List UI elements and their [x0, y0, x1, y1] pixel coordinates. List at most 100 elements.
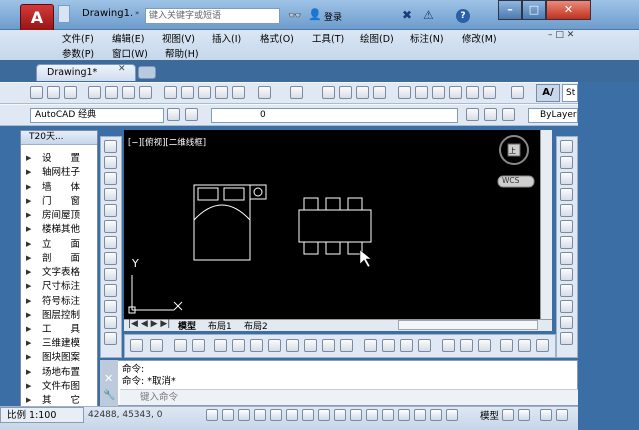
markup-icon[interactable] [466, 86, 479, 99]
quickcalc-icon[interactable] [483, 86, 496, 99]
wcs-label[interactable]: WCS [502, 176, 519, 185]
palette-item-site-layout[interactable]: ▶ 场地布置 [26, 366, 94, 379]
horizontal-scrollbar[interactable] [398, 320, 538, 330]
infer-constraints-icon[interactable] [206, 409, 218, 421]
menu-modify[interactable]: 修改(M) [462, 31, 497, 45]
vertical-scrollbar[interactable] [540, 130, 552, 330]
object-snap-icon[interactable] [286, 409, 298, 421]
command-input[interactable]: 键入命令 [120, 389, 578, 405]
toolbar-icon[interactable] [340, 339, 353, 352]
palette-item-roof[interactable]: ▶ 房间屋顶 [26, 209, 94, 222]
user-icon[interactable]: 👤 [308, 8, 322, 21]
toolbar-icon[interactable] [536, 339, 549, 352]
open-file-icon[interactable] [47, 86, 60, 99]
tab-nav-arrows-icon[interactable]: |◀ ◀ ▶ ▶| [128, 319, 170, 329]
polar-tracking-icon[interactable] [270, 409, 282, 421]
menu-dimension[interactable]: 标注(N) [410, 31, 444, 45]
make-current-layer-icon[interactable] [466, 108, 479, 121]
dynamic-input-icon[interactable] [350, 409, 362, 421]
toolbar-icon[interactable] [382, 339, 395, 352]
rotate-icon[interactable] [560, 236, 573, 249]
palette-item-axis[interactable]: ▶ 轴网柱子 [26, 166, 94, 179]
toolbar-icon[interactable] [460, 339, 473, 352]
close-icon[interactable]: ✕ [104, 372, 113, 385]
model-space-button[interactable]: 模型 [480, 408, 499, 422]
make-block-icon[interactable] [104, 332, 117, 345]
status-menu-icon[interactable] [540, 409, 552, 421]
palette-item-3d-modeling[interactable]: ▶ 三维建模 [26, 337, 94, 350]
rectangle-icon[interactable] [104, 204, 117, 217]
sheet-set-icon[interactable] [449, 86, 462, 99]
publish-icon[interactable] [122, 86, 135, 99]
viewcube-label[interactable]: 上 [509, 146, 516, 156]
snap-mode-icon[interactable] [222, 409, 234, 421]
toolbar-icon[interactable] [478, 339, 491, 352]
copy-object-icon[interactable] [560, 156, 573, 169]
ellipse-arc-icon[interactable] [104, 300, 117, 313]
pan-icon[interactable] [322, 86, 335, 99]
palette-item-other[interactable]: ▶ 其 它 [26, 394, 94, 406]
save-icon[interactable] [64, 86, 77, 99]
palette-item-doors[interactable]: ▶ 门 窗 [26, 195, 94, 208]
menu-draw[interactable]: 绘图(D) [360, 31, 394, 45]
palette-item-symbol[interactable]: ▶ 符号标注 [26, 295, 94, 308]
menu-window[interactable]: 窗口(W) [112, 46, 148, 60]
login-link[interactable]: 登录 [324, 10, 342, 23]
cut-icon[interactable] [164, 86, 177, 99]
menu-view[interactable]: 视图(V) [162, 31, 195, 45]
trim-icon[interactable] [560, 284, 573, 297]
quick-access-dropdown[interactable] [58, 5, 70, 23]
toolbar-icon[interactable] [286, 339, 299, 352]
palette-title[interactable]: T20天... [21, 131, 97, 145]
help-icon[interactable] [511, 86, 524, 99]
toolbar-icon[interactable] [130, 339, 143, 352]
properties-icon[interactable] [398, 86, 411, 99]
text-style-icon[interactable]: A/ [536, 84, 560, 102]
toolbar-icon[interactable] [518, 339, 531, 352]
clean-screen-icon[interactable] [556, 409, 568, 421]
mdi-window-controls[interactable]: – □ ✕ [548, 30, 578, 42]
menu-format[interactable]: 格式(O) [260, 31, 294, 45]
layer-previous-icon[interactable] [484, 108, 497, 121]
menu-parametric[interactable]: 参数(P) [62, 46, 94, 60]
print-icon[interactable] [88, 86, 101, 99]
3d-print-icon[interactable] [139, 86, 152, 99]
chevron-right-icon[interactable]: » [135, 9, 139, 17]
join-icon[interactable] [560, 332, 573, 345]
3d-object-snap-icon[interactable] [302, 409, 314, 421]
array-icon[interactable] [560, 204, 573, 217]
toolbar-icon[interactable] [418, 339, 431, 352]
spline-icon[interactable] [104, 268, 117, 281]
annotation-monitor-icon[interactable] [430, 409, 442, 421]
selection-cycling-icon[interactable] [414, 409, 426, 421]
quick-properties-icon[interactable] [398, 409, 410, 421]
arc-icon[interactable] [104, 220, 117, 233]
annotation-scale-select[interactable]: 比例 1:100 [0, 407, 84, 423]
new-file-icon[interactable] [30, 86, 43, 99]
tab-layout1[interactable]: 布局1 [208, 319, 232, 332]
polygon-icon[interactable] [104, 188, 117, 201]
menu-tools[interactable]: 工具(T) [312, 31, 344, 45]
lock-ui-icon[interactable] [502, 409, 514, 421]
toolbar-icon[interactable] [214, 339, 227, 352]
maximize-button[interactable]: □ [522, 0, 546, 20]
stretch-icon[interactable] [560, 268, 573, 281]
ellipse-icon[interactable] [104, 284, 117, 297]
new-tab-button[interactable] [138, 66, 156, 79]
print-preview-icon[interactable] [105, 86, 118, 99]
palette-item-elevation[interactable]: ▶ 立 面 [26, 238, 94, 251]
zoom-previous-icon[interactable] [373, 86, 386, 99]
palette-item-tools[interactable]: ▶ 工 具 [26, 323, 94, 336]
paste-icon[interactable] [198, 86, 211, 99]
toolbar-icon[interactable] [304, 339, 317, 352]
mirror-icon[interactable] [560, 172, 573, 185]
palette-item-settings[interactable]: ▶ 设 置 [26, 152, 94, 165]
layer-properties-icon[interactable] [185, 108, 198, 121]
menu-help[interactable]: 帮助(H) [165, 46, 199, 60]
scale-icon[interactable] [560, 252, 573, 265]
toolbar-icon[interactable] [442, 339, 455, 352]
workspace-select[interactable]: AutoCAD 经典 [30, 108, 164, 123]
palette-item-file-layout[interactable]: ▶ 文件布图 [26, 380, 94, 393]
toolbar-icon[interactable] [364, 339, 377, 352]
toolbar-icon[interactable] [500, 339, 513, 352]
